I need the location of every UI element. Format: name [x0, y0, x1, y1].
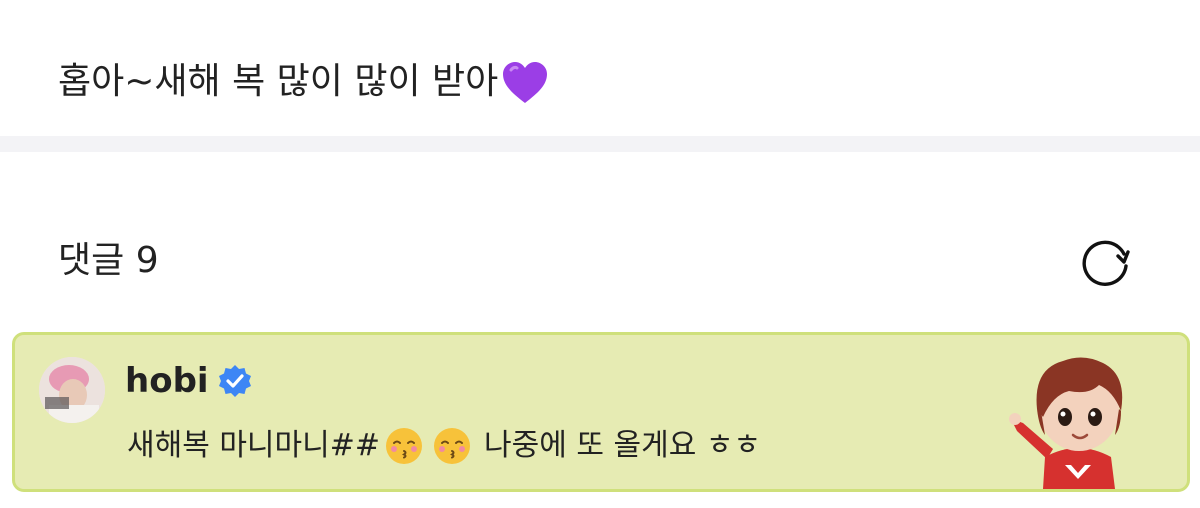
purple-heart-icon — [503, 62, 548, 103]
comment-text-after: 나중에 또 올게요 ㅎㅎ — [484, 428, 762, 463]
character-sticker — [1009, 357, 1123, 489]
kissing-face-emoji-icon — [386, 428, 423, 464]
comment-card: hobi 새해복 마니마니## 나중에 또 올게요 ㅎㅎ — [12, 332, 1190, 492]
post-text: 홉아~새해 복 많이 많이 받아 — [58, 61, 499, 102]
verified-badge-icon — [218, 365, 251, 397]
kissing-face-emoji-icon — [434, 428, 471, 464]
comments-count: 9 — [135, 240, 159, 281]
comment-author: hobi — [125, 361, 253, 401]
comments-label: 댓글 — [58, 240, 125, 281]
author-name[interactable]: hobi — [125, 361, 209, 401]
comment-text-before: 새해복 마니마니## — [127, 428, 381, 463]
comment-text: 새해복 마니마니## 나중에 또 올게요 ㅎㅎ — [127, 423, 761, 469]
section-divider — [0, 136, 1200, 152]
avatar[interactable] — [39, 357, 105, 423]
comments-header: 댓글 9 — [58, 232, 159, 290]
refresh-icon[interactable] — [1078, 234, 1134, 290]
post-body: 홉아~새해 복 많이 많이 받아 — [58, 50, 550, 114]
